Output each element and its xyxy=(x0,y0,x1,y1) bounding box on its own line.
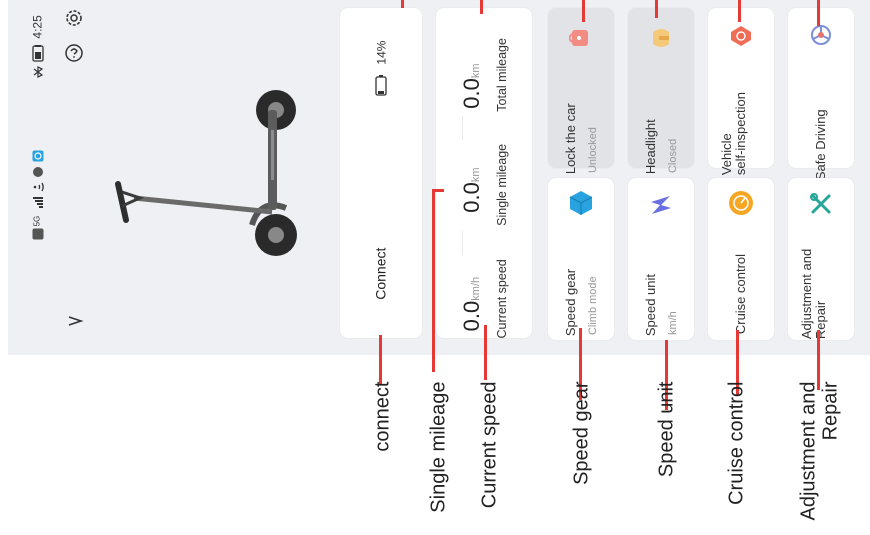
help-icon[interactable] xyxy=(64,43,84,63)
battery-percent: 14% xyxy=(374,40,389,65)
annotation-line xyxy=(480,0,483,14)
headlight-status: Closed xyxy=(666,138,679,174)
headlight-label: Headlight xyxy=(642,119,658,175)
annotation-line xyxy=(817,0,820,26)
single-mileage-value-group: 0.0km xyxy=(458,150,484,230)
speed-unit-button[interactable]: Speed unit km/h xyxy=(628,178,694,340)
battery-icon xyxy=(32,45,44,62)
connect-button[interactable]: Connect xyxy=(372,229,388,319)
safe-driving-label: Safe Driving xyxy=(812,109,828,181)
safe-driving-button[interactable]: Safe Driving xyxy=(788,8,854,180)
vpn-icon xyxy=(33,167,43,177)
notification-icon xyxy=(32,150,44,162)
settings-gear-icon[interactable] xyxy=(64,8,84,28)
annotation-speed-gear: Speed gear xyxy=(570,381,593,485)
current-speed-unit: km/h xyxy=(469,276,482,301)
scooter-image xyxy=(115,90,297,256)
inspection-label-line2: self-inspection xyxy=(732,92,748,176)
annotation-line xyxy=(582,0,585,22)
total-mileage-label: Total mileage xyxy=(495,38,510,112)
annotation-cruise-control: Cruise control xyxy=(725,381,748,505)
lock-car-label: Lock the car xyxy=(562,103,578,175)
annotation-connect: connect xyxy=(371,381,394,452)
total-mileage-value-group: 0.0km xyxy=(458,46,484,126)
lock-car-status: Unlocked xyxy=(586,127,599,174)
speed-gear-label: Speed gear xyxy=(562,268,578,337)
current-speed-label: Current speed xyxy=(495,259,510,339)
speed-gear-status: Climb mode xyxy=(586,276,599,336)
annotation-line-connect xyxy=(379,335,382,385)
annotation-line-single-mileage xyxy=(432,189,435,372)
single-mileage-label: Single mileage xyxy=(495,143,510,226)
status-bar: 4:25 5G xyxy=(22,0,54,355)
speed-unit-status: km/h xyxy=(666,311,679,336)
inspection-icon xyxy=(731,26,751,46)
repair-label-line2: Repair xyxy=(812,300,828,340)
single-mileage-unit: km xyxy=(469,167,482,183)
speed-gear-button[interactable]: Speed gear Climb mode xyxy=(548,178,614,340)
total-mileage-value: 0.0 xyxy=(458,78,484,109)
annotation-line xyxy=(655,0,658,18)
chevron-down-icon[interactable] xyxy=(66,312,84,330)
bluetooth-icon xyxy=(33,66,44,78)
speed-gear-icon xyxy=(569,191,593,215)
cruise-control-button[interactable]: Cruise control xyxy=(708,178,774,340)
lock-car-button[interactable]: Lock the car Unlocked xyxy=(548,8,614,174)
annotation-current-speed: Current speed xyxy=(478,381,501,509)
annotation-adjustment-line1: Adjustment and xyxy=(797,381,820,521)
cruise-control-icon xyxy=(729,191,753,215)
lock-icon xyxy=(569,30,588,46)
app-screen: 4:25 5G Connect 14% 0.0km Total mileage … xyxy=(8,0,870,355)
current-speed-value: 0.0 xyxy=(458,300,484,332)
annotation-speed-unit: Speed unit xyxy=(655,381,678,478)
stats-divider xyxy=(462,231,463,255)
speed-unit-label: Speed unit xyxy=(642,273,658,337)
cruise-control-label: Cruise control xyxy=(732,253,748,335)
annotation-single-mileage: Single mileage xyxy=(427,381,450,513)
headlight-button[interactable]: Headlight Closed xyxy=(628,8,694,174)
single-mileage-value: 0.0 xyxy=(458,182,484,213)
safe-driving-icon xyxy=(811,25,831,45)
hd-icon xyxy=(32,228,44,240)
total-mileage-unit: km xyxy=(469,63,482,79)
annotation-line-current-speed xyxy=(484,325,487,380)
current-speed-value-group: 0.0km/h xyxy=(458,260,484,348)
speed-unit-icon xyxy=(651,196,671,214)
annotation-adjustment-line2: Repair xyxy=(819,381,842,441)
self-inspection-button[interactable]: Vehicle self-inspection xyxy=(708,8,774,175)
connect-card: Connect 14% xyxy=(340,8,422,338)
headlight-icon xyxy=(653,29,669,47)
app-screenshot: 4:25 5G Connect 14% 0.0km Total mileage … xyxy=(0,0,870,535)
stats-card: 0.0km Total mileage 0.0km Single mileage… xyxy=(436,8,532,338)
status-time: 4:25 xyxy=(30,15,45,39)
adjustment-repair-button[interactable]: Adjustment and Repair xyxy=(788,178,854,340)
annotation-line xyxy=(738,0,741,22)
network-type: 5G xyxy=(32,215,42,227)
annotation-line xyxy=(401,0,404,8)
wifi-icon xyxy=(33,182,44,192)
repair-tools-icon xyxy=(810,193,831,214)
battery-level-icon xyxy=(375,75,387,96)
